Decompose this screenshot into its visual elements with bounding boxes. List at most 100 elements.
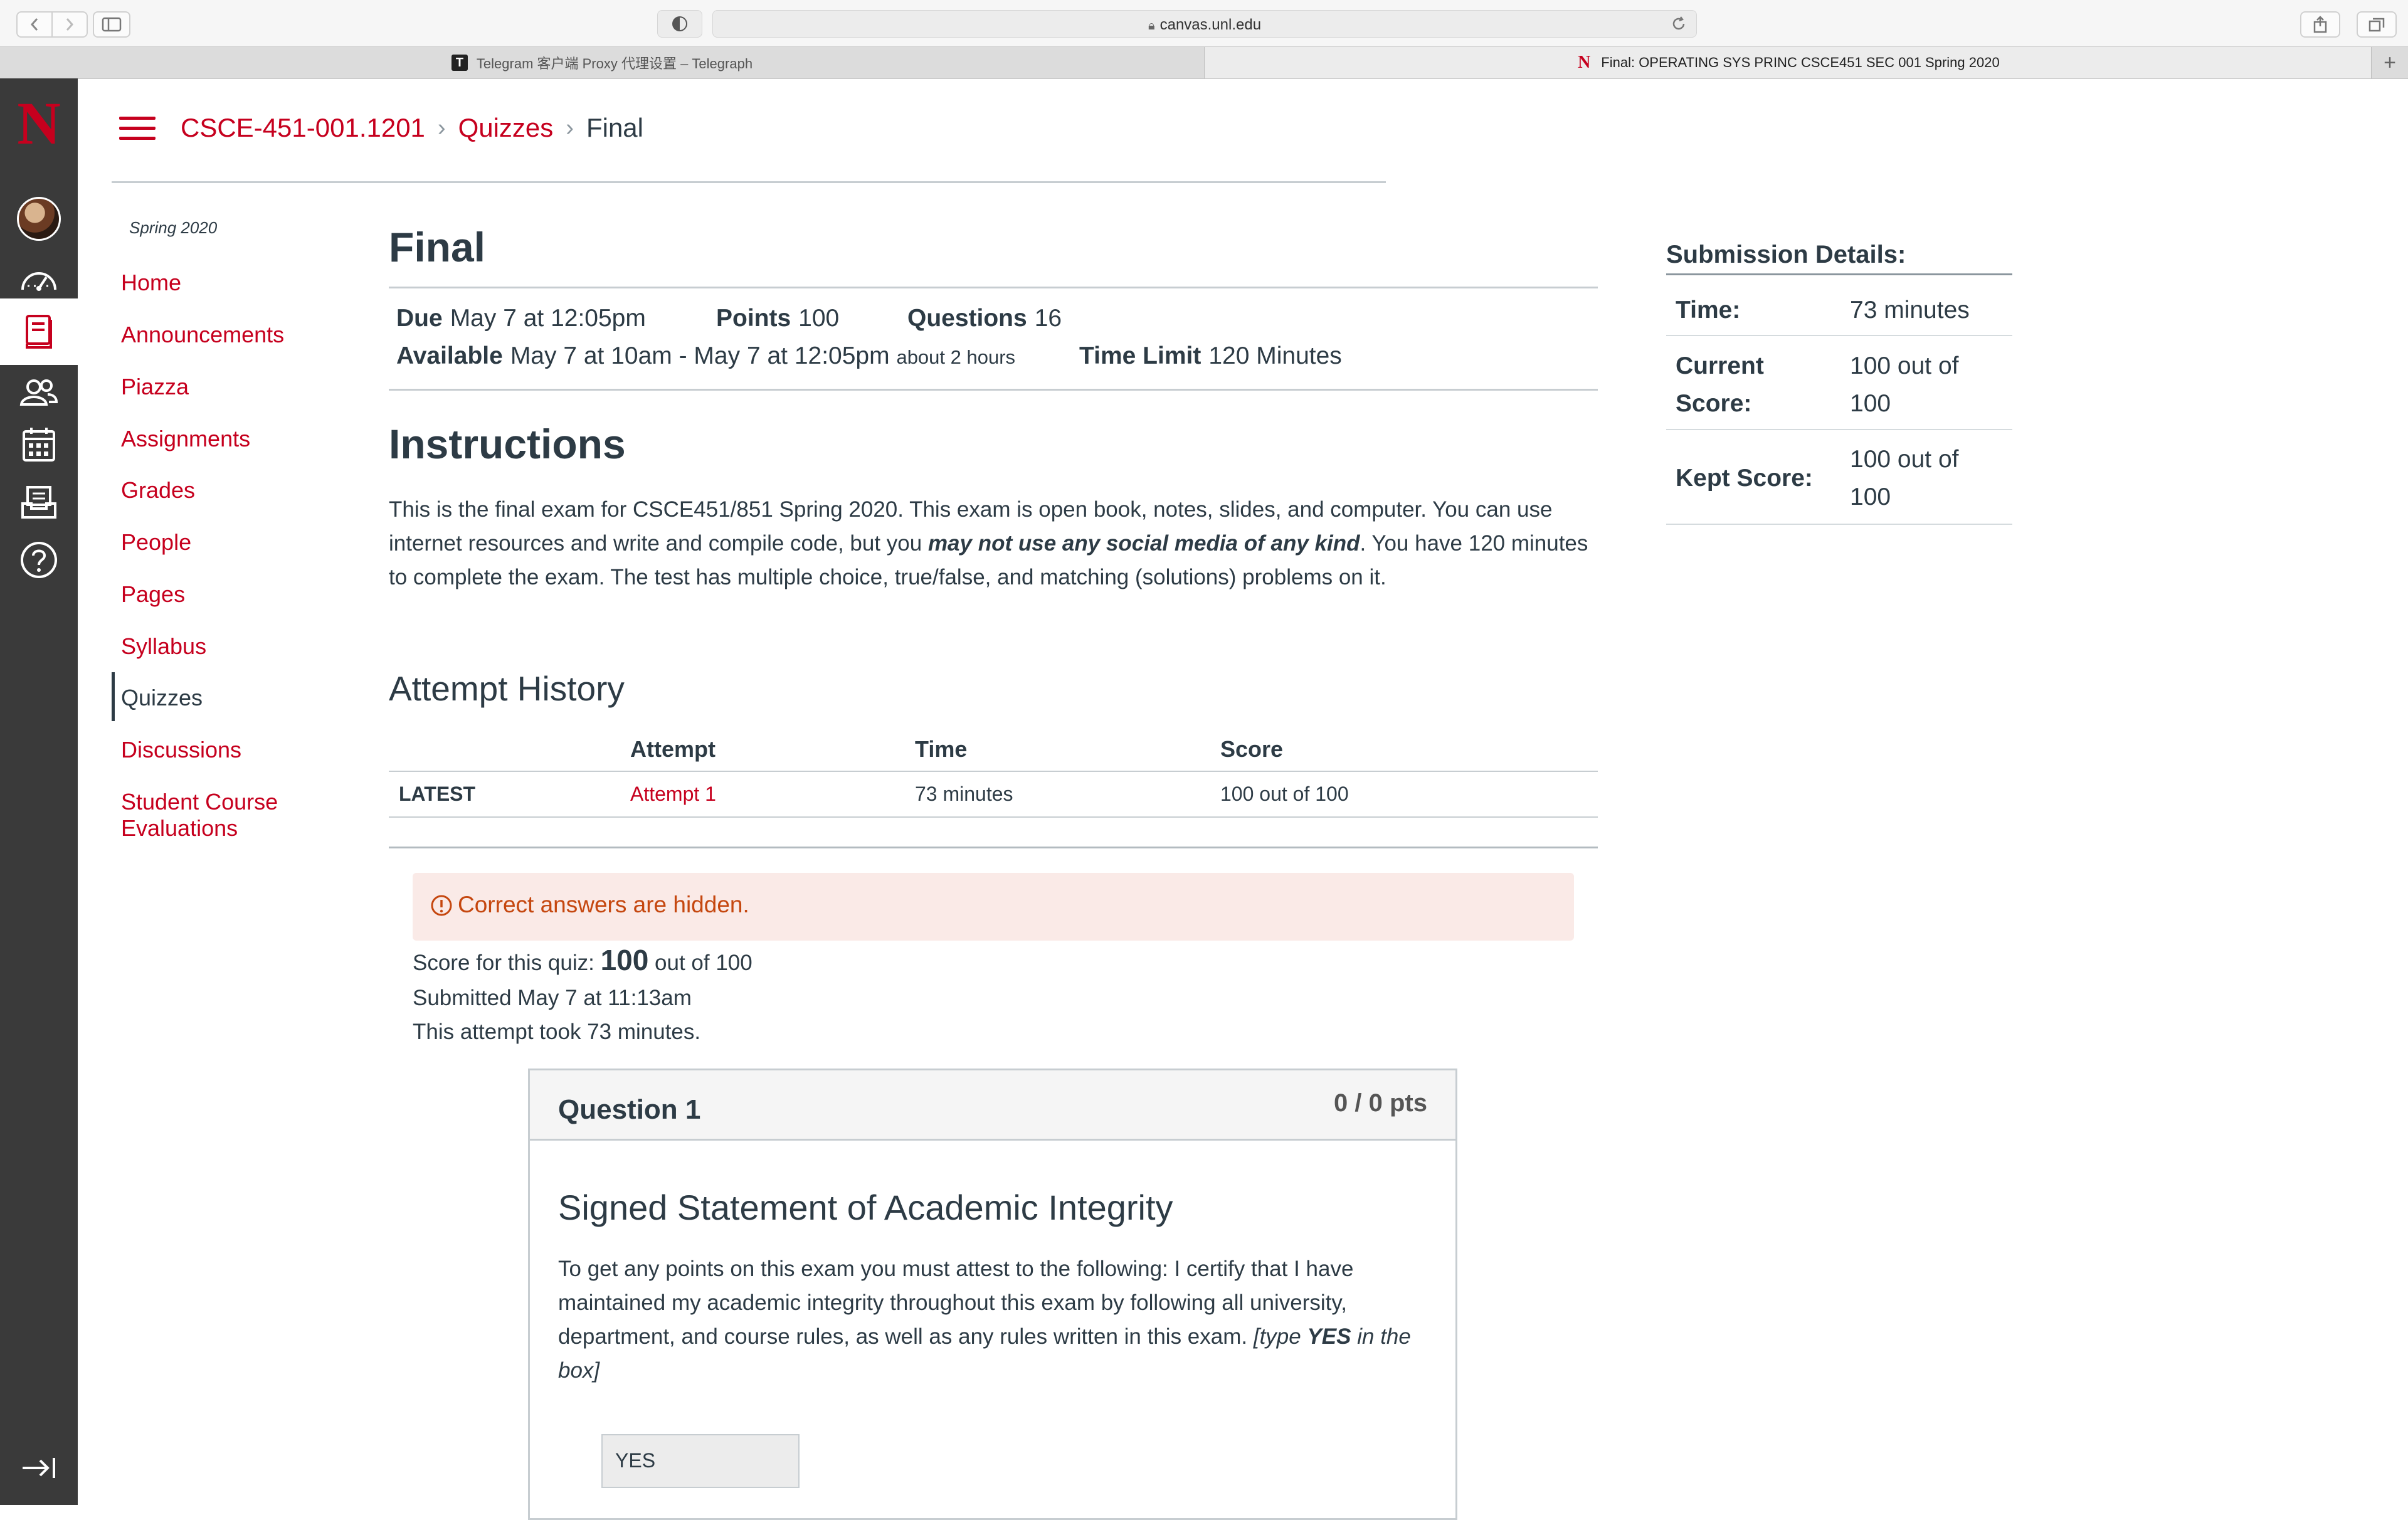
sidebar-toggle-button[interactable] — [93, 11, 130, 38]
table-bottom-divider — [389, 847, 1598, 848]
course-nav-active-indicator — [112, 672, 115, 721]
new-tab-button[interactable]: + — [2371, 47, 2408, 78]
question-points: 0 / 0 pts — [1334, 1089, 1427, 1117]
question-header: Question 1 0 / 0 pts — [530, 1070, 1455, 1141]
share-button[interactable] — [2300, 11, 2340, 38]
attempt-link[interactable]: Attempt 1 — [630, 783, 716, 806]
time-limit-label: Time Limit — [1079, 342, 1201, 369]
tab-overview-button[interactable] — [2357, 11, 2397, 38]
warning-circle-icon — [431, 895, 452, 916]
address-text: 🔒︎ canvas.unl.edu — [713, 16, 1696, 34]
groups-link[interactable] — [15, 368, 63, 416]
questions-value: 16 — [1034, 305, 1062, 332]
alert-text: Correct answers are hidden. — [458, 892, 749, 917]
calendar-link[interactable] — [15, 421, 63, 468]
due-date: Due May 7 at 12:05pm — [396, 305, 646, 332]
breadcrumb-current: Final — [586, 113, 643, 142]
row-divider — [1666, 335, 2012, 336]
global-nav: N — [0, 78, 78, 1505]
row-divider — [1666, 524, 2012, 525]
breadcrumb-course[interactable]: CSCE-451-001.1201 — [181, 113, 425, 143]
time-limit-value: 120 Minutes — [1208, 342, 1342, 369]
unl-favicon-icon: N — [1578, 53, 1591, 72]
dashboard-link[interactable] — [15, 255, 63, 303]
unl-logo-icon: N — [17, 90, 61, 157]
breadcrumb-separator-icon: › — [566, 114, 574, 141]
course-nav-evaluations[interactable]: Student Course Evaluations — [121, 789, 278, 842]
course-nav-announcements[interactable]: Announcements — [121, 322, 284, 348]
time-value: 73 minutes — [1850, 297, 1970, 324]
course-nav-quizzes[interactable]: Quizzes — [121, 685, 203, 711]
collapse-nav-icon — [23, 1458, 55, 1478]
breadcrumb-separator-icon: › — [437, 114, 446, 141]
submitted-time: Submitted May 7 at 11:13am — [413, 986, 692, 1010]
reload-icon[interactable] — [1670, 15, 1687, 33]
answers-hidden-alert: Correct answers are hidden. — [413, 873, 1574, 941]
groups-icon — [19, 379, 58, 406]
tab-strip: T Telegram 客户端 Proxy 代理设置 – Telegraph N … — [0, 46, 2408, 79]
course-menu-toggle[interactable] — [119, 117, 156, 145]
back-button[interactable] — [16, 11, 53, 38]
history-nav — [16, 11, 88, 38]
questions-count: Questions 16 — [907, 305, 1062, 332]
course-nav-people[interactable]: People — [121, 529, 191, 556]
chevron-right-icon — [66, 18, 74, 31]
current-score-label: Current Score: — [1676, 347, 1764, 423]
submission-details-heading: Submission Details: — [1666, 241, 1906, 268]
inbox-link[interactable] — [15, 478, 63, 526]
breadcrumb-quizzes[interactable]: Quizzes — [458, 113, 554, 143]
course-nav-home[interactable]: Home — [121, 270, 181, 296]
instructions-heading: Instructions — [389, 421, 626, 467]
url-text: canvas.unl.edu — [1159, 16, 1262, 33]
sidebar-icon — [102, 17, 122, 32]
courses-link[interactable] — [15, 308, 63, 356]
time-label: Time: — [1676, 297, 1741, 324]
question-text: To get any points on this exam you must … — [558, 1252, 1423, 1388]
column-header-score: Score — [1220, 736, 1284, 762]
courses-icon — [26, 315, 52, 349]
share-icon — [2313, 16, 2327, 33]
latest-badge: LATEST — [399, 783, 476, 805]
tab-label: Telegram 客户端 Proxy 代理设置 – Telegraph — [476, 56, 753, 71]
due-value: May 7 at 12:05pm — [450, 305, 646, 332]
table-row-divider — [389, 816, 1598, 818]
questions-label: Questions — [907, 305, 1027, 332]
points-value: 100 — [798, 305, 840, 332]
row-divider — [1666, 429, 2012, 430]
submission-details-divider — [1666, 273, 2012, 275]
address-bar[interactable]: 🔒︎ canvas.unl.edu — [712, 10, 1697, 38]
course-nav-piazza[interactable]: Piazza — [121, 374, 189, 400]
course-nav-grades[interactable]: Grades — [121, 477, 195, 504]
question-instruction-bold: YES — [1307, 1324, 1351, 1349]
help-link[interactable] — [15, 536, 63, 584]
due-label: Due — [396, 305, 443, 332]
kept-score-value-line2: 100 — [1850, 483, 1891, 510]
browser-toolbar: 🔒︎ canvas.unl.edu — [0, 0, 2408, 46]
column-header-attempt: Attempt — [630, 736, 716, 762]
instructions-emphasis: may not use any social media of any kind — [927, 531, 1360, 556]
course-nav-syllabus[interactable]: Syllabus — [121, 633, 206, 660]
question-card: Question 1 0 / 0 pts Signed Statement of… — [528, 1069, 1457, 1520]
course-nav-pages[interactable]: Pages — [121, 581, 185, 608]
attempt-duration: This attempt took 73 minutes. — [413, 1020, 701, 1044]
tab-telegraph[interactable]: T Telegram 客户端 Proxy 代理设置 – Telegraph — [0, 47, 1205, 78]
privacy-report-button[interactable] — [657, 10, 702, 38]
time-limit: Time Limit 120 Minutes — [1079, 342, 1342, 370]
unl-logo[interactable]: N — [15, 90, 63, 157]
forward-button[interactable] — [53, 11, 88, 38]
tab-final-quiz[interactable]: N Final: OPERATING SYS PRINC CSCE451 SEC… — [1205, 47, 2371, 78]
calendar-icon — [23, 428, 55, 462]
score-suffix: out of 100 — [648, 951, 752, 975]
course-term: Spring 2020 — [129, 218, 218, 237]
course-nav-assignments[interactable]: Assignments — [121, 426, 250, 452]
account-link[interactable] — [15, 195, 63, 243]
hamburger-bar — [119, 137, 156, 140]
answer-field[interactable]: YES — [601, 1434, 800, 1488]
collapse-nav-button[interactable] — [15, 1444, 63, 1492]
kept-score-value-line1: 100 out of — [1850, 446, 1959, 473]
course-nav-discussions[interactable]: Discussions — [121, 737, 241, 763]
available-note: about 2 hours — [896, 346, 1016, 368]
help-icon — [21, 542, 57, 578]
current-score-value-line2: 100 — [1850, 390, 1891, 417]
details-divider — [389, 389, 1598, 391]
